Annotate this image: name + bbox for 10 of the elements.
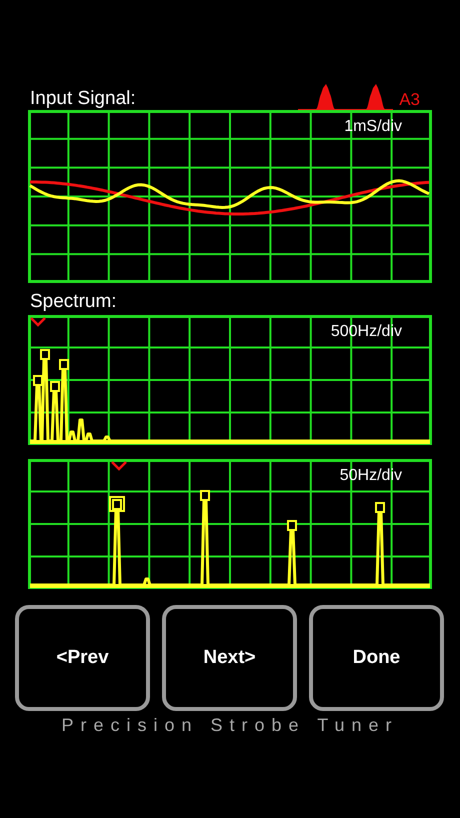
pitch-peaks-icon <box>298 84 394 110</box>
nav-button[interactable]: Next> <box>162 605 297 711</box>
nav-button[interactable]: <Prev <box>15 605 150 711</box>
nav-button[interactable]: Done <box>309 605 444 711</box>
caret-icon <box>111 461 127 471</box>
section-label: Input Signal: <box>30 88 136 110</box>
app-title: Precision Strobe Tuner <box>61 715 399 735</box>
note-name: A3 <box>399 90 420 110</box>
section-label: Spectrum: <box>30 291 117 312</box>
caret-icon <box>30 317 46 327</box>
